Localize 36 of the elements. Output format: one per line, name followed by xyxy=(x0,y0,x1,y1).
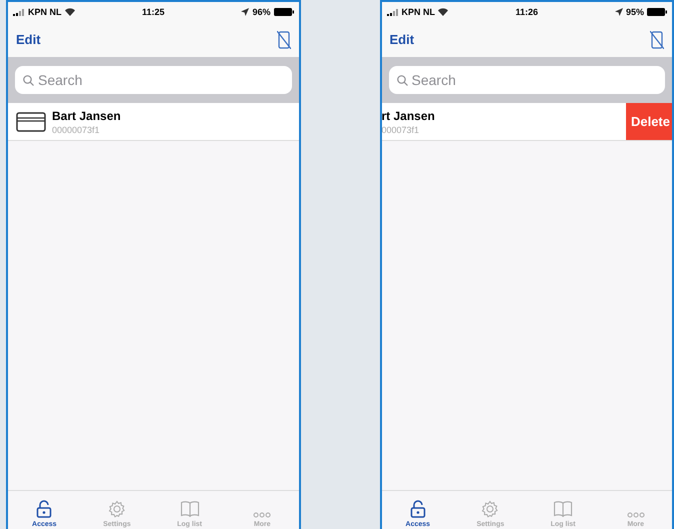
edit-button[interactable]: Edit xyxy=(390,32,414,47)
contact-row[interactable]: Bart Jansen 00000073f1 xyxy=(8,103,298,141)
status-time: 11:25 xyxy=(142,7,165,17)
card-icon xyxy=(16,112,46,132)
settings-icon xyxy=(481,500,500,518)
contact-id: 000073f1 xyxy=(382,124,420,134)
contact-id: 00000073f1 xyxy=(52,124,101,134)
edit-button[interactable]: Edit xyxy=(16,32,41,47)
location-icon xyxy=(241,8,250,16)
settings-icon xyxy=(108,500,126,518)
wifi-icon xyxy=(438,8,448,16)
padlock-icon xyxy=(36,500,52,518)
battery-percent: 96% xyxy=(252,7,270,17)
delete-button[interactable]: Delete xyxy=(626,103,672,140)
search-field[interactable]: Search xyxy=(15,66,292,94)
padlock-icon xyxy=(410,500,426,518)
battery-icon xyxy=(647,8,667,16)
book-icon xyxy=(180,500,200,518)
wifi-icon xyxy=(64,8,74,16)
contact-name: rt Jansen xyxy=(382,108,436,122)
contact-name: Bart Jansen xyxy=(52,108,122,122)
more-icon xyxy=(253,512,272,518)
book-icon xyxy=(553,500,574,518)
contact-row[interactable]: rt Jansen 000073f1 Delete xyxy=(382,103,672,141)
signal-icon xyxy=(386,8,398,16)
search-field[interactable]: Search xyxy=(388,66,665,94)
phone-off-icon[interactable] xyxy=(276,30,290,48)
battery-icon xyxy=(274,8,294,16)
phone-off-icon[interactable] xyxy=(650,30,664,48)
carrier-name: KPN NL xyxy=(28,7,62,17)
more-icon xyxy=(626,512,645,518)
carrier-name: KPN NL xyxy=(402,7,435,17)
status-time: 11:26 xyxy=(515,7,538,17)
location-icon xyxy=(614,8,623,16)
signal-icon xyxy=(13,8,25,16)
battery-percent: 95% xyxy=(626,7,644,17)
